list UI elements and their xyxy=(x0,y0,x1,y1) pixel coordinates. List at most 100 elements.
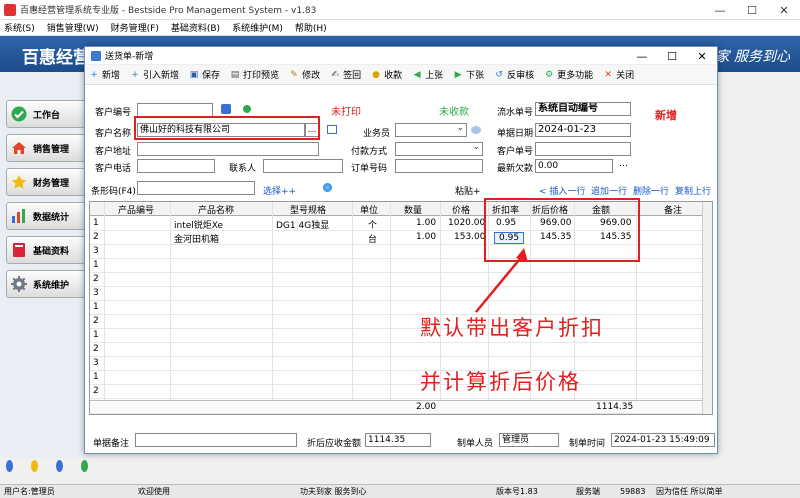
col-qty[interactable]: 数量 xyxy=(404,203,422,216)
globe-icon[interactable] xyxy=(323,183,332,192)
nav-workbench[interactable]: 工作台 xyxy=(6,100,86,128)
table-row[interactable]: 1 xyxy=(90,371,712,385)
cell-qty[interactable]: 1.00 xyxy=(416,218,436,228)
receipt-status: 未收款 xyxy=(439,107,469,118)
address-input[interactable] xyxy=(137,142,319,156)
toolbar-save-button[interactable]: ▣ 保存 xyxy=(189,68,220,82)
maximize-button[interactable]: ☐ xyxy=(736,0,768,20)
maker-label: 制单人员 xyxy=(457,439,494,449)
nav-statistics[interactable]: 数据统计 xyxy=(6,202,86,230)
toolbar-more-button[interactable]: ⚙ 更多功能 xyxy=(544,68,593,82)
salesman-lookup-icon[interactable] xyxy=(471,126,481,134)
customer-code-label: 客户编号 xyxy=(95,108,132,118)
minimize-button[interactable]: — xyxy=(704,0,736,20)
brand-title: 百惠经营 xyxy=(22,48,90,68)
menu-sales[interactable]: 销售管理(W) xyxy=(47,21,99,34)
cell-price[interactable]: 153.00 xyxy=(454,232,486,242)
table-row[interactable]: 1 xyxy=(90,329,712,343)
nav-label: 系统维护 xyxy=(33,280,70,291)
insert-row-link[interactable]: < 插入一行 xyxy=(539,184,585,197)
mode-badge: 新增 xyxy=(655,109,677,122)
table-row[interactable]: 2 xyxy=(90,315,712,329)
menu-system[interactable]: 系统(S) xyxy=(4,21,35,34)
order-no-input[interactable] xyxy=(395,159,483,173)
cell-unit[interactable]: 台 xyxy=(368,232,377,245)
cell-product-name[interactable]: intel锐炬Xe xyxy=(174,218,223,231)
arrears-field: 0.00 xyxy=(535,159,613,173)
remark-input[interactable] xyxy=(135,433,297,447)
arrears-more-button[interactable]: … xyxy=(619,159,628,169)
toolbar-edit-button[interactable]: ✎ 修改 xyxy=(289,68,320,82)
menu-help[interactable]: 帮助(H) xyxy=(295,21,327,34)
date-label: 单据日期 xyxy=(497,129,534,139)
col-product-code[interactable]: 产品编号 xyxy=(118,203,154,216)
col-remark[interactable]: 备注 xyxy=(664,203,682,216)
customer-code-input[interactable] xyxy=(137,103,213,117)
toolbar-label: 下张 xyxy=(466,71,485,81)
dialog-maximize-button[interactable]: ☐ xyxy=(657,47,687,65)
payment-select[interactable] xyxy=(395,142,483,156)
close-window-button[interactable]: ✕ xyxy=(768,0,800,20)
col-unit[interactable]: 单位 xyxy=(360,203,378,216)
toolbar-unaudit-button[interactable]: ↺ 反审核 xyxy=(494,68,534,82)
table-row[interactable]: 3 xyxy=(90,287,712,301)
info-icon[interactable] xyxy=(6,460,13,472)
cell-qty[interactable]: 1.00 xyxy=(416,232,436,242)
menu-basic-data[interactable]: 基础资料(B) xyxy=(171,21,220,34)
dialog-close-button[interactable]: ✕ xyxy=(687,47,717,65)
toolbar-prev-button[interactable]: ◀ 上张 xyxy=(412,68,443,82)
copy-row-link[interactable]: 复制上行 xyxy=(675,184,711,197)
row-number: 1 xyxy=(93,372,99,382)
menu-maintenance[interactable]: 系统维护(M) xyxy=(232,21,283,34)
table-row[interactable]: 2 xyxy=(90,385,712,399)
dialog-minimize-button[interactable]: — xyxy=(627,47,657,65)
select-link[interactable]: 选择++ xyxy=(263,184,296,197)
table-row[interactable]: 1 xyxy=(90,301,712,315)
phone-input[interactable] xyxy=(137,159,215,173)
toolbar-next-button[interactable]: ▶ 下张 xyxy=(453,68,485,82)
cell-price[interactable]: 1020.00 xyxy=(448,218,485,228)
contact-input[interactable] xyxy=(263,159,343,173)
grid-scrollbar[interactable] xyxy=(702,202,712,414)
menu-finance[interactable]: 财务管理(F) xyxy=(111,21,159,34)
toolbar-add-button[interactable]: + 新增 xyxy=(89,68,120,82)
cell-unit[interactable]: 个 xyxy=(368,218,377,231)
paste-link[interactable]: 粘贴+ xyxy=(455,184,481,197)
cust-order-input[interactable] xyxy=(535,142,631,156)
cell-product-name[interactable]: 金河田机箱 xyxy=(174,232,219,245)
serial-field: 系统自动编号 xyxy=(535,102,631,116)
nav-sales[interactable]: 销售管理 xyxy=(6,134,86,162)
toolbar-import-add-button[interactable]: + 引入新增 xyxy=(130,68,179,82)
highlight-customer-name xyxy=(134,116,320,140)
row-number: 2 xyxy=(93,274,99,284)
col-price[interactable]: 价格 xyxy=(452,203,470,216)
toolbar-receive-payment-button[interactable]: ● 收款 xyxy=(371,68,402,82)
nav-basic-data[interactable]: 基础资料 xyxy=(6,236,86,264)
barcode-input[interactable] xyxy=(137,181,255,195)
date-picker[interactable]: 2024-01-23 xyxy=(535,123,631,137)
nav-maintenance[interactable]: 系统维护 xyxy=(6,270,86,298)
toolbar-print-preview-button[interactable]: ▤ 打印预览 xyxy=(230,68,279,82)
refresh-icon[interactable] xyxy=(81,460,88,472)
serial-label: 流水单号 xyxy=(497,108,534,118)
refresh-icon[interactable] xyxy=(243,105,251,113)
col-product-name[interactable]: 产品名称 xyxy=(198,203,234,216)
customer-card-icon[interactable] xyxy=(327,125,337,134)
append-row-link[interactable]: 追加一行 xyxy=(591,184,627,197)
calendar-lookup-icon[interactable] xyxy=(221,104,231,114)
salesman-select[interactable] xyxy=(395,123,467,137)
row-number: 2 xyxy=(93,386,99,396)
table-row[interactable]: 3 xyxy=(90,357,712,371)
toolbar-close-button[interactable]: ✕ 关闭 xyxy=(603,68,634,82)
book-icon xyxy=(13,243,25,257)
nav-finance[interactable]: 财务管理 xyxy=(6,168,86,196)
help-icon[interactable] xyxy=(56,460,63,472)
toolbar-sign-back-button[interactable]: ✍ 签回 xyxy=(330,68,361,82)
cell-spec[interactable]: DG1 4G独显 xyxy=(276,218,329,231)
col-spec[interactable]: 型号规格 xyxy=(290,203,326,216)
table-row[interactable]: 2 xyxy=(90,343,712,357)
table-row[interactable]: 2 xyxy=(90,273,712,287)
lock-icon[interactable] xyxy=(31,460,38,472)
bar-chart-icon xyxy=(12,209,25,223)
delete-row-link[interactable]: 删除一行 xyxy=(633,184,669,197)
